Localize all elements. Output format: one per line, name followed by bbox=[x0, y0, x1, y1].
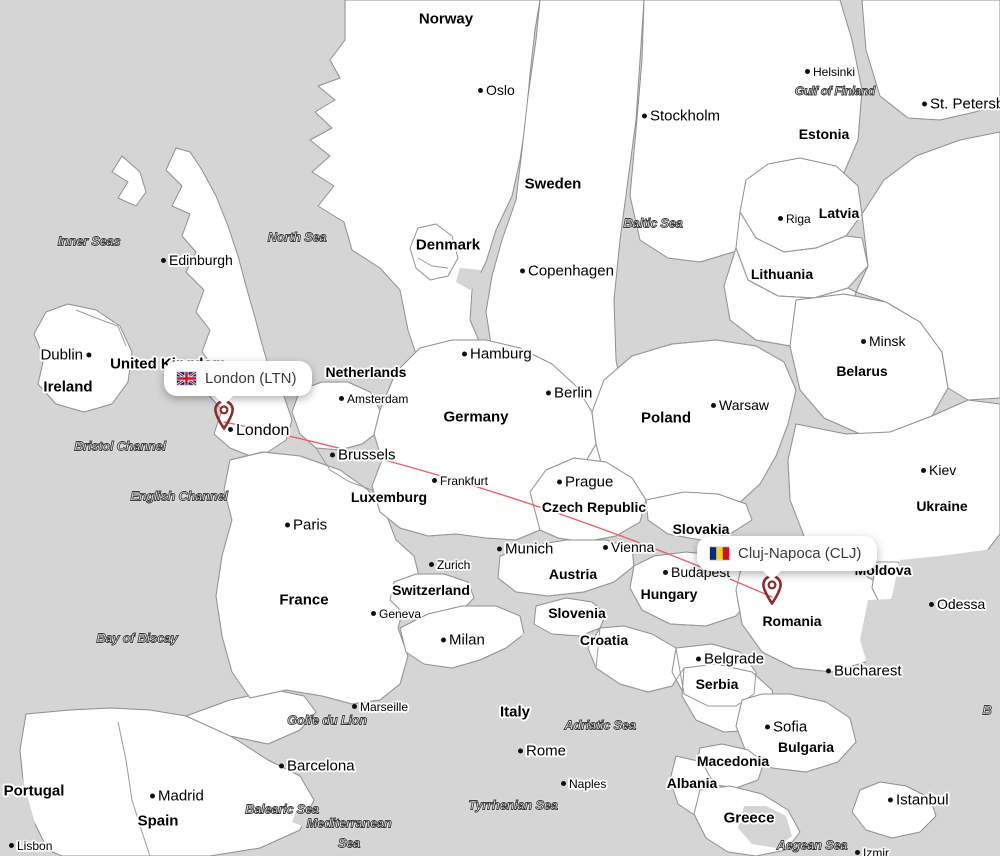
flight-route-map[interactable]: .land{fill:#ffffff;stroke:#8f8f8f;stroke… bbox=[0, 0, 1000, 856]
destination-tooltip-text: Cluj-Napoca (CLJ) bbox=[738, 545, 862, 562]
origin-tooltip-text: London (LTN) bbox=[205, 370, 297, 387]
tooltip-layer[interactable]: London (LTN) Cluj-Napoca (CLJ) bbox=[0, 0, 1000, 856]
destination-tooltip[interactable]: Cluj-Napoca (CLJ) bbox=[697, 536, 878, 580]
ro-flag-icon bbox=[710, 547, 729, 560]
gb-flag-icon bbox=[177, 372, 196, 385]
origin-tooltip[interactable]: London (LTN) bbox=[164, 361, 313, 405]
